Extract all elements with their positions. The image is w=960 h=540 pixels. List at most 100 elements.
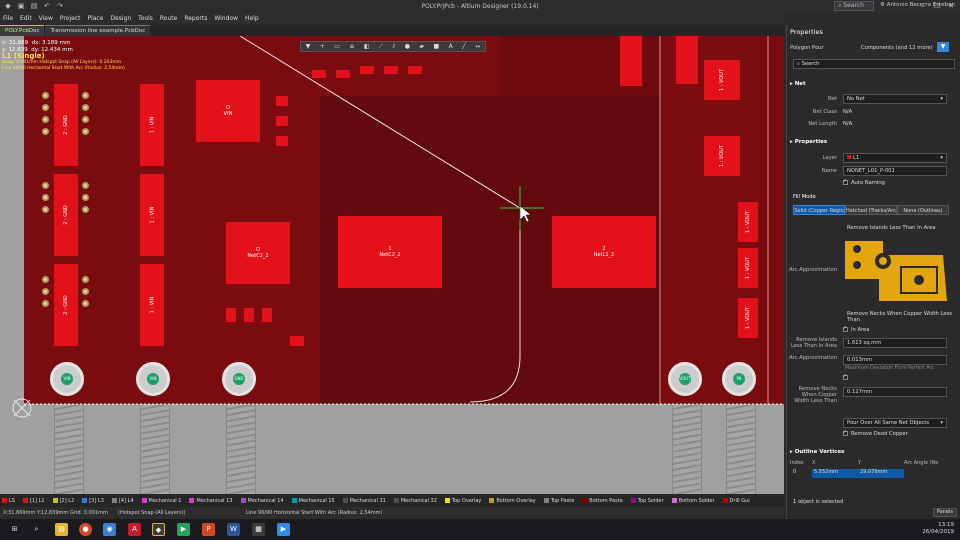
- layer-tab[interactable]: Top Solder: [630, 498, 664, 504]
- menu-window[interactable]: Window: [214, 15, 238, 22]
- layer-tab[interactable]: Mechanical 1: [141, 498, 181, 504]
- route-icon[interactable]: ⟋: [379, 43, 383, 51]
- active-bar: ▼ + ▭ ≡ ◧ ⟋ ⫽ ● ▰ ■ A ╱ ↔: [300, 41, 486, 52]
- align-icon[interactable]: ≡: [349, 43, 354, 50]
- tab-poly-pcbdoc[interactable]: POLY.PcbDoc: [0, 25, 45, 36]
- layer-color-swatch: [582, 498, 588, 503]
- filter-icon[interactable]: ▼: [937, 42, 949, 52]
- bulb-icon[interactable]: ●: [405, 43, 410, 50]
- layer-tab[interactable]: Bottom Overlay: [489, 498, 536, 504]
- powerpoint-icon[interactable]: P: [202, 523, 215, 536]
- menu-reports[interactable]: Reports: [184, 15, 207, 22]
- menu-help[interactable]: Help: [245, 15, 259, 22]
- fill-mode-hatched[interactable]: Hatched (Tracks/Arc: [845, 205, 897, 215]
- search-icon[interactable]: ⌕: [30, 523, 43, 536]
- zoom-icon[interactable]: ▶: [277, 523, 290, 536]
- maximize-button[interactable]: ☐: [930, 0, 944, 12]
- rect-icon[interactable]: ▭: [334, 43, 340, 50]
- layer-tab[interactable]: [3] L3: [82, 498, 104, 504]
- status-grid: Grid: 0.001mm: [70, 510, 108, 516]
- layer-tab[interactable]: LS: [2, 498, 15, 504]
- remove-necks-input[interactable]: 0.127mm: [843, 387, 947, 397]
- menu-route[interactable]: Route: [160, 15, 177, 22]
- menu-project[interactable]: Project: [60, 15, 81, 22]
- altium-designer-icon[interactable]: ◆: [152, 523, 165, 536]
- dim-icon[interactable]: ↔: [475, 43, 480, 50]
- minimize-button[interactable]: –: [916, 0, 930, 12]
- menu-file[interactable]: File: [3, 15, 13, 22]
- layer-color-swatch: [240, 498, 246, 503]
- tab-transmission-line[interactable]: Transmission line example.PcbDoc: [45, 25, 151, 36]
- section-net[interactable]: ▸ Net: [790, 81, 806, 87]
- layer-tab[interactable]: Mechanical 14: [240, 498, 284, 504]
- rubber-band-line: [239, 36, 521, 209]
- arc-approx-input[interactable]: 0.013mm: [843, 355, 947, 365]
- place-icon[interactable]: ◧: [364, 43, 370, 50]
- windows-start-icon[interactable]: ⊞: [8, 523, 21, 536]
- pcb-canvas[interactable]: 2 : GND 2 : GND 2 : GND 1 : VIN 1 : VIN …: [0, 36, 784, 494]
- layer-tab[interactable]: Mechanical 32: [393, 498, 437, 504]
- app-icon[interactable]: ▶: [177, 523, 190, 536]
- layer-tab[interactable]: Mechanical 31: [342, 498, 386, 504]
- gear-icon[interactable]: ⚙: [880, 2, 885, 8]
- section-outline-vertices[interactable]: ▸ Outline Vertices: [790, 449, 844, 455]
- panel-search-input[interactable]: ⌕ Search: [793, 59, 955, 69]
- layer-tab[interactable]: Bottom Solder: [671, 498, 715, 504]
- auto-naming-checkbox[interactable]: Auto Naming: [843, 178, 885, 186]
- remove-necks-checkbox[interactable]: [843, 373, 851, 381]
- layer-color-swatch: [342, 498, 348, 503]
- pour-over-select[interactable]: Pour Over All Same Net Objects ▾: [843, 418, 947, 428]
- app-icon[interactable]: ◉: [103, 523, 116, 536]
- net-select[interactable]: No Net ▾: [843, 94, 947, 104]
- layer-tab[interactable]: Drill Gui: [722, 498, 750, 504]
- layer-tab[interactable]: Top Paste: [543, 498, 574, 504]
- status-coords: X:31.869mm Y:12.839mm: [3, 510, 69, 516]
- panels-button[interactable]: Panels: [933, 508, 957, 517]
- plus-icon[interactable]: +: [320, 43, 325, 50]
- chrome-icon[interactable]: ●: [79, 523, 92, 536]
- text-icon[interactable]: A: [449, 43, 453, 50]
- fill-mode-solid[interactable]: Solid (Copper Regio: [793, 205, 845, 215]
- fill-icon[interactable]: ■: [433, 43, 439, 50]
- fill-mode-none[interactable]: None (Outlines): [897, 205, 949, 215]
- layer-select[interactable]: L1 ▾: [843, 153, 947, 163]
- remove-islands-input[interactable]: 1.613 sq.mm: [843, 338, 947, 348]
- layer-color-swatch: [111, 498, 117, 503]
- filter-icon[interactable]: ▼: [306, 43, 311, 50]
- remove-dead-copper-checkbox[interactable]: Remove Dead Copper: [843, 429, 908, 437]
- layer-color-swatch: [671, 498, 677, 503]
- taskbar: ⊞ ⌕ ▤ ● ◉ A ◆ ▶ P W ▦ ▶ 13:19 26/04/2019: [0, 519, 960, 540]
- layer-tab[interactable]: Bottom Paste: [582, 498, 623, 504]
- close-button[interactable]: ✕: [944, 0, 958, 12]
- layer-tab[interactable]: [4] L4: [111, 498, 134, 504]
- layer-color-swatch: [393, 498, 399, 503]
- layer-tab[interactable]: Mechanical 13: [189, 498, 233, 504]
- section-properties[interactable]: ▸ Properties: [790, 139, 827, 145]
- diffpair-icon[interactable]: ⫽: [393, 43, 396, 51]
- name-input[interactable]: NONET_L01_P-001: [843, 166, 947, 176]
- line-icon[interactable]: ╱: [462, 43, 466, 50]
- word-icon[interactable]: W: [227, 523, 240, 536]
- menu-tools[interactable]: Tools: [138, 15, 153, 22]
- layer-color-swatch: [22, 498, 28, 503]
- menu-edit[interactable]: Edit: [20, 15, 32, 22]
- altium-icon[interactable]: A: [128, 523, 141, 536]
- layer-tab[interactable]: [1] L1: [22, 498, 45, 504]
- app-icon[interactable]: ▦: [252, 523, 265, 536]
- layer-tab[interactable]: Mechanical 15: [291, 498, 335, 504]
- global-search-input[interactable]: ⌕ Search: [834, 1, 874, 11]
- menu-place[interactable]: Place: [87, 15, 103, 22]
- chevron-down-icon: ▾: [940, 155, 943, 161]
- in-area-checkbox[interactable]: In Area: [843, 325, 869, 333]
- selection-filter[interactable]: Components (and 12 more): [861, 45, 933, 51]
- layer-tab[interactable]: Top Overlay: [444, 498, 481, 504]
- layer-color-swatch: [291, 498, 297, 503]
- file-explorer-icon[interactable]: ▤: [55, 523, 68, 536]
- checkbox-icon: [843, 178, 848, 185]
- poly-icon[interactable]: ▰: [419, 43, 424, 50]
- menu-design[interactable]: Design: [110, 15, 131, 22]
- layer-tab[interactable]: [2] L2: [52, 498, 74, 504]
- table-row[interactable]: 0 5.552mm 29.076mm: [790, 469, 958, 478]
- menu-view[interactable]: View: [39, 15, 53, 22]
- layer-color-swatch: [722, 498, 728, 503]
